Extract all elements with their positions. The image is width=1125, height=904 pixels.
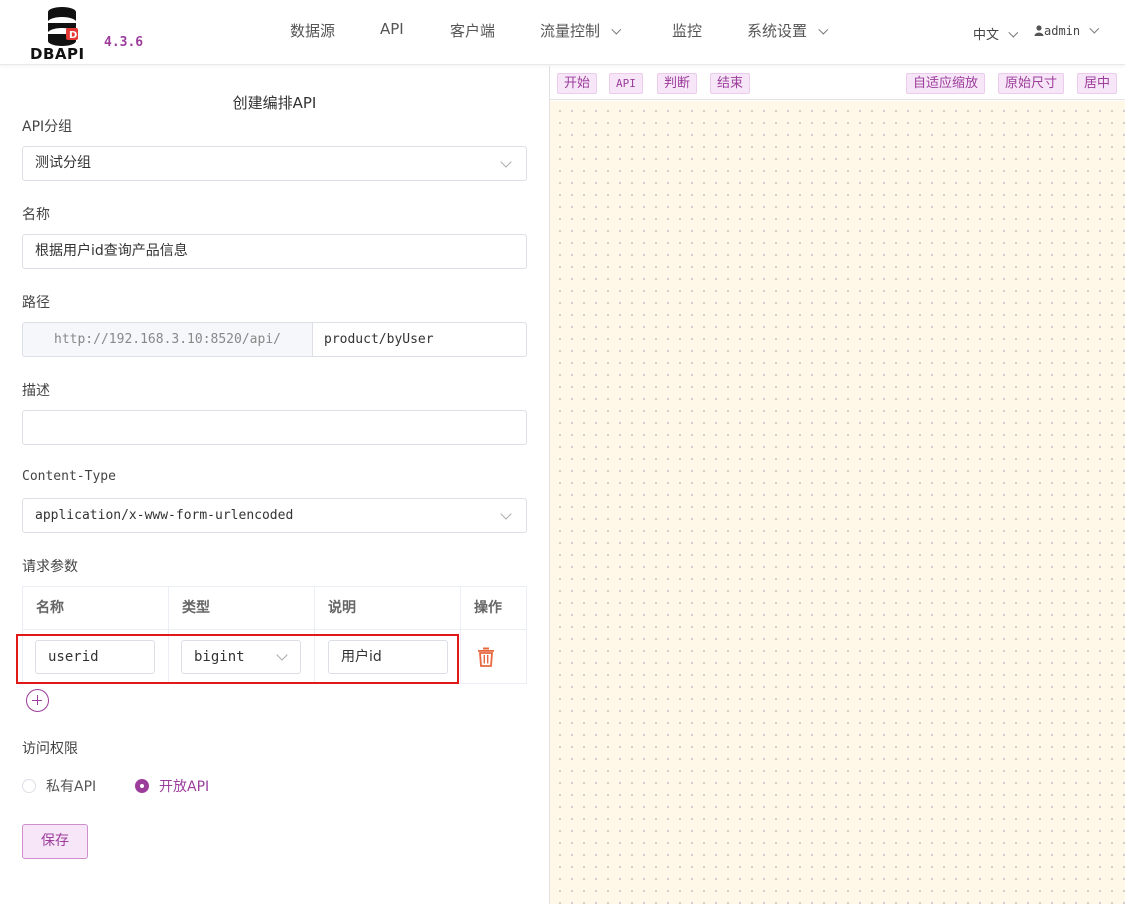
- canvas-toolbar: 开始 API 判断 结束 自适应缩放 原始尺寸 居中: [550, 66, 1125, 100]
- svg-text:D: D: [69, 30, 77, 41]
- node-end-button[interactable]: 结束: [710, 73, 751, 94]
- nav-api[interactable]: API: [380, 20, 404, 38]
- chevron-down-icon: [818, 24, 829, 35]
- user-icon: [1034, 25, 1044, 36]
- flow-canvas[interactable]: [550, 101, 1125, 904]
- chevron-down-icon: [611, 24, 622, 35]
- trash-icon[interactable]: [475, 646, 497, 668]
- user-menu[interactable]: admin: [1034, 23, 1100, 39]
- save-button[interactable]: 保存: [22, 824, 88, 859]
- description-label: 描述: [22, 383, 50, 399]
- path-prefix: http://192.168.3.10:8520/api/: [22, 322, 313, 357]
- radio-public-api[interactable]: [135, 779, 149, 793]
- column-divider: [460, 587, 461, 683]
- path-input[interactable]: product/byUser: [312, 322, 527, 357]
- content-type-select[interactable]: application/x-www-form-urlencoded: [22, 498, 527, 533]
- name-label: 名称: [22, 207, 50, 223]
- params-label: 请求参数: [22, 559, 78, 575]
- language-switcher[interactable]: 中文: [973, 24, 1019, 43]
- col-header-action: 操作: [474, 600, 502, 616]
- chevron-down-icon: [500, 508, 512, 520]
- original-size-button[interactable]: 原始尺寸: [998, 73, 1065, 94]
- center-button[interactable]: 居中: [1077, 73, 1118, 94]
- highlight-box: [16, 634, 459, 684]
- nav-datasource[interactable]: 数据源: [290, 20, 335, 41]
- group-select[interactable]: 测试分组: [22, 146, 527, 181]
- node-start-button[interactable]: 开始: [557, 73, 598, 94]
- version-label: 4.3.6: [104, 35, 144, 50]
- col-header-name: 名称: [36, 600, 64, 616]
- col-header-note: 说明: [328, 600, 356, 616]
- nav-monitor[interactable]: 监控: [672, 20, 702, 41]
- content-type-label: Content-Type: [22, 469, 116, 484]
- fit-zoom-button[interactable]: 自适应缩放: [906, 73, 986, 94]
- name-input[interactable]: 根据用户id查询产品信息: [22, 234, 527, 269]
- radio-public-label[interactable]: 开放API: [159, 776, 209, 796]
- path-label: 路径: [22, 295, 50, 311]
- nav-client[interactable]: 客户端: [450, 20, 495, 41]
- chevron-down-icon: [1008, 27, 1019, 38]
- logo-text: DBAPI: [30, 45, 85, 63]
- node-api-button[interactable]: API: [609, 73, 643, 94]
- top-header: D DBAPI 4.3.6 数据源 API 客户端 流量控制 监控 系统设置 中…: [0, 0, 1125, 65]
- add-param-button[interactable]: [26, 689, 49, 712]
- group-label: API分组: [22, 119, 73, 135]
- form-title: 创建编排API: [232, 94, 317, 112]
- flow-canvas-panel: 开始 API 判断 结束 自适应缩放 原始尺寸 居中: [549, 66, 1125, 904]
- nav-system-settings[interactable]: 系统设置: [747, 20, 829, 41]
- chevron-down-icon: [500, 156, 512, 168]
- radio-private-api[interactable]: [22, 779, 36, 793]
- nav-traffic-control[interactable]: 流量控制: [540, 20, 622, 41]
- description-input[interactable]: [22, 410, 527, 445]
- access-label: 访问权限: [22, 741, 78, 757]
- col-header-type: 类型: [182, 600, 210, 616]
- node-condition-button[interactable]: 判断: [657, 73, 698, 94]
- api-form-panel: 创建编排API API分组 测试分组 名称 根据用户id查询产品信息 路径 ht…: [0, 66, 549, 904]
- chevron-down-icon: [1089, 23, 1100, 34]
- radio-private-label[interactable]: 私有API: [46, 776, 96, 796]
